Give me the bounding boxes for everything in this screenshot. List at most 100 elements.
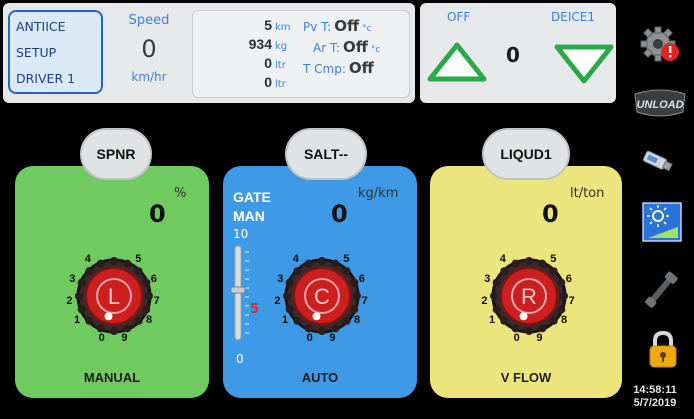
air-temp-value: Off <box>343 38 368 56</box>
dial-tick-label: 1 <box>73 314 81 327</box>
unload-icon: UNLOAD <box>634 89 686 117</box>
air-temp-label: Ar T: <box>313 41 341 55</box>
pavement-temp-unit: °c <box>362 24 372 34</box>
dial-tick-label: 2 <box>66 295 73 308</box>
mode-line-setup: SETUP <box>16 45 57 60</box>
deice-decrease-button[interactable] <box>553 41 615 89</box>
dial-tick-label: 7 <box>568 295 575 308</box>
total-liquid-2-value: 0 <box>264 74 272 90</box>
dial-tick-label: 4 <box>84 252 91 265</box>
dial-tick-label: 1 <box>281 314 289 327</box>
pavement-temp: Pv T: Off °c <box>303 15 409 36</box>
liquid-unit: lt/ton <box>570 186 605 201</box>
unload-button[interactable]: UNLOAD <box>632 88 688 124</box>
total-liquid-2: 0 ltr <box>197 72 297 91</box>
liquid-mode-label: V FLOW <box>500 370 552 385</box>
totals-column: 5 km 934 kg 0 ltr 0 ltr <box>197 15 297 91</box>
total-liquid-1-value: 0 <box>264 55 272 71</box>
dial-tick-label: 5 <box>550 252 557 265</box>
dial-tick-label: 8 <box>354 314 361 327</box>
wrench-icon <box>645 271 678 308</box>
dial-tick-label: 9 <box>121 331 128 344</box>
liquid-panel[interactable]: lt/ton 0 R 0 12 34 56 78 9 V FLOW <box>430 166 622 398</box>
salt-panel[interactable]: GATE MAN kg/km 0 10 0 5 C0123456789 AUTO <box>223 166 417 398</box>
usb-drive-button[interactable] <box>641 147 675 179</box>
dial-tick-label: 4 <box>292 252 299 265</box>
mode-line-antiice: ANTIICE <box>16 19 66 34</box>
dial-letter: R <box>521 284 537 309</box>
dial-tick-label: 5 <box>135 252 142 265</box>
dial-indicator <box>104 312 113 321</box>
deice-increase-button[interactable] <box>426 41 488 89</box>
dial-knob-icon: L <box>75 257 153 335</box>
total-salt-value: 934 <box>248 36 272 52</box>
brightness-icon <box>642 202 682 242</box>
tools-button[interactable] <box>641 268 681 316</box>
mode-selector[interactable]: ANTIICE SETUP DRIVER 1 <box>8 10 103 94</box>
dial-tick-label: 9 <box>329 331 336 344</box>
deice-value: 0 <box>506 43 520 67</box>
speed-value: 0 <box>141 35 157 63</box>
dial-tick-label: 2 <box>274 295 281 308</box>
speed-unit: km/hr <box>131 70 167 84</box>
salt-unit: kg/km <box>358 186 399 201</box>
lock-button[interactable] <box>647 330 679 374</box>
salt-mode-label: AUTO <box>301 370 339 385</box>
liquid-title-button[interactable]: LIQUD1 <box>482 128 570 180</box>
dial-tick-label: 3 <box>484 272 491 285</box>
spinner-mode-label: MANUAL <box>83 370 141 385</box>
temperature-column: Pv T: Off °c Ar T: Off °c T Cmp: Off <box>303 15 409 78</box>
settings-alert-button[interactable] <box>640 24 680 68</box>
dial-tick-label: 5 <box>343 252 350 265</box>
spinner-dial[interactable]: L 0 12 34 56 78 9 <box>66 246 162 346</box>
spinner-value: 0 <box>149 200 166 228</box>
deice-name-label: DEICE1 <box>551 10 595 24</box>
total-salt: 934 kg <box>197 34 297 53</box>
clock-time: 14:58:11 <box>633 384 677 396</box>
gate-slider[interactable] <box>230 244 261 348</box>
dial-indicator <box>312 312 321 321</box>
dial-tick-label: 6 <box>565 272 572 285</box>
clock: 14:58:11 5/7/2019 <box>625 384 685 410</box>
salt-title-button[interactable]: SALT-- <box>285 128 367 180</box>
salt-value: 0 <box>331 200 348 228</box>
deice-off-label: OFF <box>447 10 471 24</box>
spinner-panel[interactable]: % 0 L 0 12 34 56 78 9 MANUAL <box>15 166 209 398</box>
spinner-title-button[interactable]: SPNR <box>80 128 152 180</box>
dial-indicator <box>519 312 528 321</box>
total-distance: 5 km <box>197 15 297 34</box>
temp-compensation-label: T Cmp: <box>303 62 346 76</box>
triangle-up-icon <box>427 42 487 82</box>
temp-compensation: T Cmp: Off <box>303 57 409 78</box>
dial-tick-label: 0 <box>306 331 313 344</box>
triangle-down-icon <box>554 44 614 84</box>
air-temp: Ar T: Off °c <box>303 36 409 57</box>
gate-max-label: 10 <box>233 227 249 241</box>
dial-tick-label: 8 <box>561 314 568 327</box>
svg-text:UNLOAD: UNLOAD <box>636 99 683 111</box>
air-temp-unit: °c <box>370 45 381 55</box>
settings-alert-icon <box>640 26 679 62</box>
gate-mode: MAN <box>233 208 265 224</box>
salt-dial[interactable]: C 0 12 34 56 78 9 <box>274 246 370 346</box>
total-distance-value: 5 <box>264 17 272 33</box>
liquid-value: 0 <box>542 200 559 228</box>
brightness-button[interactable] <box>642 202 682 246</box>
dial-letter: L <box>108 284 120 309</box>
lock-icon <box>649 330 677 368</box>
dial-knob-icon: C <box>283 257 361 335</box>
deice-panel: OFF DEICE1 0 <box>420 3 616 103</box>
speed-readout: Speed 0 km/hr <box>107 7 191 99</box>
gate-label: GATE <box>233 189 271 205</box>
usb-drive-icon <box>642 150 673 172</box>
liquid-dial[interactable]: R 0 12 34 56 78 9 <box>481 246 577 346</box>
dial-tick-label: 3 <box>69 272 76 285</box>
dial-knob-icon: R <box>490 257 568 335</box>
totals-box: 5 km 934 kg 0 ltr 0 ltr Pv T: Off °c Ar T: Off °… <box>192 10 410 98</box>
dial-tick-label: 3 <box>277 272 284 285</box>
total-liquid-2-unit: ltr <box>275 79 286 90</box>
spinner-unit: % <box>174 186 187 201</box>
dial-tick-label: 7 <box>153 295 160 308</box>
gate-slider-thumb <box>230 286 246 294</box>
dial-tick-label: 9 <box>536 331 543 344</box>
